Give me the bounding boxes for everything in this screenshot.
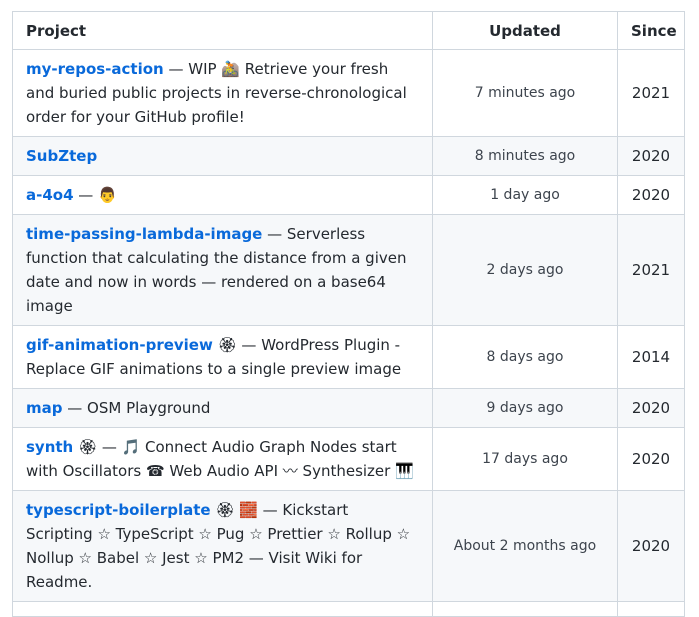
repo-link[interactable]: SubZtep — [26, 147, 97, 165]
column-header-project: Project — [12, 11, 433, 50]
updated-cell: 2 days ago — [432, 214, 618, 326]
updated-cell: 1 day ago — [432, 175, 618, 215]
project-cell: synth 🏵 — 🎵 Connect Audio Graph Nodes st… — [12, 427, 433, 491]
repo-link[interactable]: a-4o4 — [26, 186, 74, 204]
updated-cell: 8 days ago — [432, 325, 618, 389]
column-header-since: Since — [617, 11, 685, 50]
project-cell: my-repos-action — WIP 🚵 Retrieve your fr… — [12, 49, 433, 137]
since-cell: 2021 — [617, 214, 685, 326]
project-cell: SubZtep — [12, 136, 433, 176]
table-row: time-passing-lambda-image — Serverless f… — [12, 214, 685, 326]
since-cell: 2020 — [617, 427, 685, 491]
project-cell: a-4o4 — 👨 — [12, 175, 433, 215]
table-row: map — OSM Playground 9 days ago 2020 — [12, 388, 685, 428]
repo-link[interactable]: typescript-boilerplate — [26, 501, 211, 519]
table-row: a-4o4 — 👨 1 day ago 2020 — [12, 175, 685, 215]
since-cell: 2014 — [617, 325, 685, 389]
table-row: typescript-boilerplate 🏵 🧱 — Kickstart S… — [12, 490, 685, 602]
updated-cell: 9 days ago — [432, 388, 618, 428]
project-cell: map — OSM Playground — [12, 388, 433, 428]
since-cell: 2021 — [617, 49, 685, 137]
updated-cell: 17 days ago — [432, 427, 618, 491]
table-row: synth 🏵 — 🎵 Connect Audio Graph Nodes st… — [12, 427, 685, 491]
table-row: my-repos-action — WIP 🚵 Retrieve your fr… — [12, 49, 685, 137]
updated-cell: 8 minutes ago — [432, 136, 618, 176]
repo-description: 🏵 — 🎵 Connect Audio Graph Nodes start wi… — [26, 438, 414, 480]
repo-link[interactable]: my-repos-action — [26, 60, 164, 78]
repo-link[interactable]: synth — [26, 438, 73, 456]
since-cell: 2020 — [617, 175, 685, 215]
table-row-partial — [12, 601, 685, 617]
repo-description: — 👨 — [73, 186, 117, 204]
since-cell: 2020 — [617, 136, 685, 176]
project-cell: time-passing-lambda-image — Serverless f… — [12, 214, 433, 326]
updated-cell: 7 minutes ago — [432, 49, 618, 137]
since-cell: 2020 — [617, 490, 685, 602]
updated-cell: About 2 months ago — [432, 490, 618, 602]
project-cell — [12, 601, 433, 617]
repo-link[interactable]: map — [26, 399, 63, 417]
since-cell — [617, 601, 685, 617]
table-row: SubZtep 8 minutes ago 2020 — [12, 136, 685, 176]
repos-table: Project Updated Since my-repos-action — … — [12, 11, 685, 617]
table-row: gif-animation-preview 🏵 — WordPress Plug… — [12, 325, 685, 389]
table-header-row: Project Updated Since — [12, 11, 685, 50]
column-header-updated: Updated — [432, 11, 618, 50]
repo-description: — OSM Playground — [62, 399, 211, 417]
updated-cell — [432, 601, 618, 617]
repo-link[interactable]: time-passing-lambda-image — [26, 225, 262, 243]
project-cell: typescript-boilerplate 🏵 🧱 — Kickstart S… — [12, 490, 433, 602]
repo-link[interactable]: gif-animation-preview — [26, 336, 213, 354]
since-cell: 2020 — [617, 388, 685, 428]
project-cell: gif-animation-preview 🏵 — WordPress Plug… — [12, 325, 433, 389]
